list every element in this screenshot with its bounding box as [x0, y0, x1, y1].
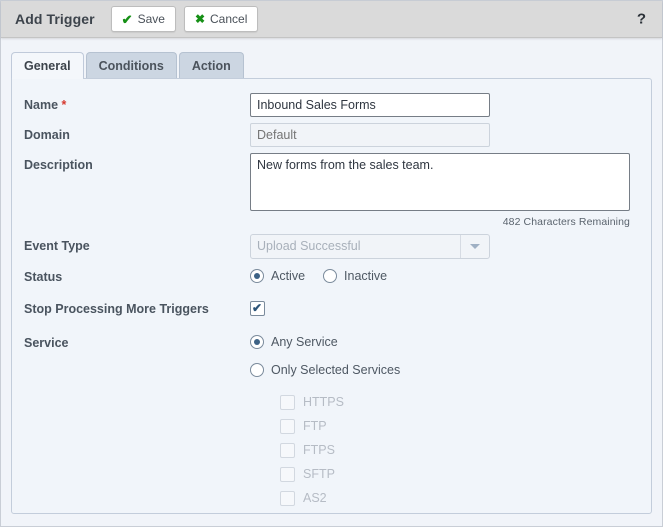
- close-x-icon: ✖: [195, 13, 205, 25]
- checkbox-as2[interactable]: [280, 491, 295, 506]
- checkbox-sftp[interactable]: [280, 467, 295, 482]
- event-type-dropdown-button[interactable]: [460, 235, 489, 258]
- service-label-ftps: FTPS: [303, 443, 335, 457]
- description-label: Description: [24, 153, 250, 172]
- chevron-down-icon: [470, 244, 480, 249]
- stop-processing-control: [250, 297, 639, 319]
- service-item-ftps[interactable]: FTPS: [280, 438, 639, 462]
- status-label: Status: [24, 265, 250, 284]
- cancel-button[interactable]: ✖ Cancel: [184, 6, 258, 32]
- radio-icon-only-selected: [250, 363, 264, 377]
- stop-processing-checkbox[interactable]: [250, 301, 265, 316]
- status-radio-active[interactable]: Active: [250, 269, 305, 283]
- service-radio-any[interactable]: Any Service: [250, 331, 639, 353]
- radio-icon-inactive: [323, 269, 337, 283]
- service-item-as2[interactable]: AS2: [280, 486, 639, 510]
- service-radio-only-selected[interactable]: Only Selected Services: [250, 359, 639, 381]
- field-row-domain: Domain: [12, 123, 651, 147]
- event-type-label: Event Type: [24, 234, 250, 253]
- event-type-field-wrap: Upload Successful: [250, 234, 639, 259]
- checkbox-ftp[interactable]: [280, 419, 295, 434]
- service-label-ftp: FTP: [303, 419, 327, 433]
- characters-remaining-counter: 482 Characters Remaining: [250, 216, 630, 228]
- field-row-service: Service Any Service Only Selected Servic…: [12, 331, 651, 514]
- add-trigger-dialog: Add Trigger ✔ Save ✖ Cancel ? General Co…: [0, 0, 663, 527]
- checkbox-https[interactable]: [280, 395, 295, 410]
- service-item-gofast[interactable]: GoFast: [280, 510, 639, 514]
- domain-input[interactable]: [250, 123, 490, 147]
- status-field-wrap: Active Inactive: [250, 265, 639, 287]
- field-row-description: Description 482 Characters Remaining: [12, 153, 651, 228]
- service-label-as2: AS2: [303, 491, 327, 505]
- status-radio-group: Active Inactive: [250, 265, 639, 287]
- service-item-ftp[interactable]: FTP: [280, 414, 639, 438]
- help-icon[interactable]: ?: [633, 10, 650, 29]
- domain-label: Domain: [24, 123, 250, 142]
- service-field-wrap: Any Service Only Selected Services HTTPS…: [250, 331, 639, 514]
- tab-conditions[interactable]: Conditions: [86, 52, 177, 78]
- tab-conditions-label: Conditions: [99, 59, 164, 73]
- check-icon: ✔: [122, 13, 133, 26]
- field-row-status: Status Active Inactive: [12, 265, 651, 287]
- service-checkbox-list: HTTPS FTP FTPS SFTP: [250, 390, 639, 514]
- service-any-label: Any Service: [271, 335, 338, 349]
- field-row-stop-processing: Stop Processing More Triggers: [12, 297, 651, 319]
- save-button-label: Save: [138, 12, 165, 26]
- tab-action-label: Action: [192, 59, 231, 73]
- service-only-selected-label: Only Selected Services: [271, 363, 400, 377]
- stop-processing-field-wrap: [250, 297, 639, 319]
- dialog-titlebar: Add Trigger ✔ Save ✖ Cancel ?: [1, 1, 662, 38]
- status-inactive-label: Inactive: [344, 269, 387, 283]
- event-type-selected-value: Upload Successful: [251, 235, 460, 258]
- general-tab-panel: Name * Domain Description 482 Characters…: [11, 78, 652, 514]
- tabstrip: General Conditions Action: [11, 52, 662, 78]
- required-asterisk: *: [62, 98, 67, 112]
- name-label-text: Name: [24, 98, 58, 112]
- tab-general-label: General: [24, 59, 71, 73]
- status-active-label: Active: [271, 269, 305, 283]
- description-textarea[interactable]: [250, 153, 630, 211]
- field-row-name: Name *: [12, 93, 651, 117]
- description-field-wrap: 482 Characters Remaining: [250, 153, 639, 228]
- tab-action[interactable]: Action: [179, 52, 244, 78]
- name-label: Name *: [24, 93, 250, 112]
- dialog-title: Add Trigger: [15, 11, 95, 27]
- radio-icon-active: [250, 269, 264, 283]
- name-field-wrap: [250, 93, 639, 117]
- save-button[interactable]: ✔ Save: [111, 6, 176, 32]
- service-label-https: HTTPS: [303, 395, 344, 409]
- cancel-button-label: Cancel: [210, 12, 247, 26]
- name-input[interactable]: [250, 93, 490, 117]
- status-radio-inactive[interactable]: Inactive: [323, 269, 387, 283]
- event-type-select[interactable]: Upload Successful: [250, 234, 490, 259]
- radio-icon-any-service: [250, 335, 264, 349]
- field-row-event-type: Event Type Upload Successful: [12, 234, 651, 259]
- service-item-sftp[interactable]: SFTP: [280, 462, 639, 486]
- checkbox-ftps[interactable]: [280, 443, 295, 458]
- stop-processing-label: Stop Processing More Triggers: [24, 297, 250, 316]
- service-label: Service: [24, 331, 250, 350]
- tab-general[interactable]: General: [11, 52, 84, 78]
- domain-field-wrap: [250, 123, 639, 147]
- service-label-sftp: SFTP: [303, 467, 335, 481]
- service-item-https[interactable]: HTTPS: [280, 390, 639, 414]
